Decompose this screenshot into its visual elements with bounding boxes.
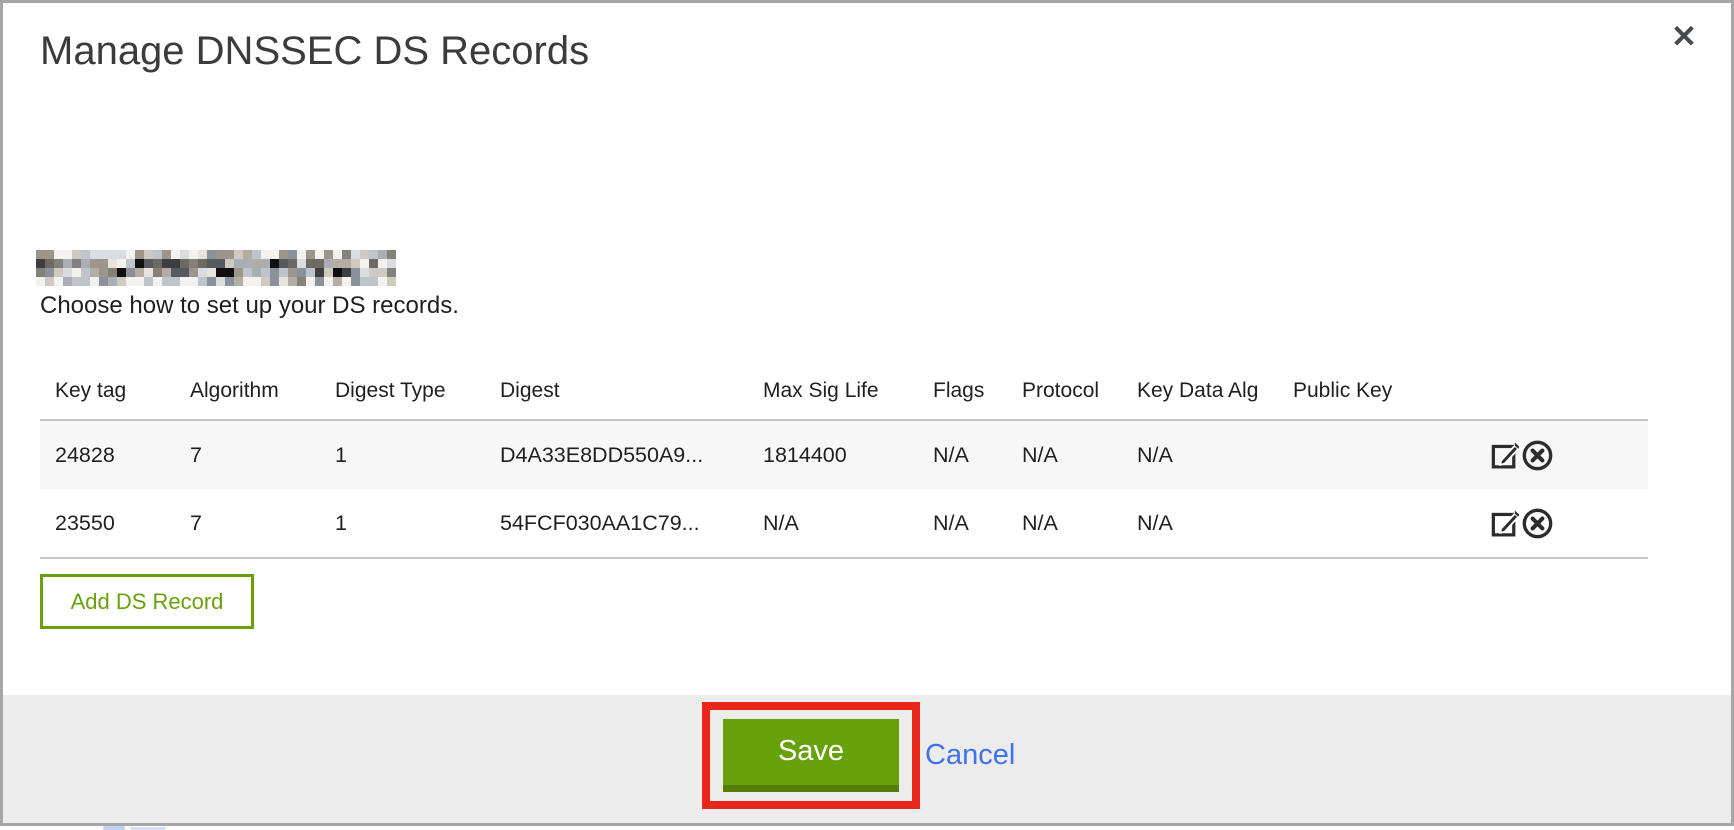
save-button[interactable]: Save — [723, 719, 899, 792]
cell-algorithm: 7 — [175, 420, 320, 489]
column-header-digest-type: Digest Type — [320, 362, 485, 420]
cell-max-sig-life: 1814400 — [748, 420, 918, 489]
cell-actions — [1475, 489, 1648, 558]
delete-record-icon[interactable] — [1522, 508, 1553, 539]
column-header-key-data-alg: Key Data Alg — [1122, 362, 1278, 420]
column-header-protocol: Protocol — [1007, 362, 1122, 420]
cancel-link[interactable]: Cancel — [925, 739, 1015, 772]
cell-protocol: N/A — [1007, 420, 1122, 489]
annotation-highlight-box: Save — [702, 702, 920, 809]
table-row: 23550 7 1 54FCF030AA1C79... N/A N/A N/A … — [40, 489, 1648, 558]
cell-digest: D4A33E8DD550A9... — [485, 420, 748, 489]
column-header-algorithm: Algorithm — [175, 362, 320, 420]
table-row: 24828 7 1 D4A33E8DD550A9... 1814400 N/A … — [40, 420, 1648, 489]
cell-max-sig-life: N/A — [748, 489, 918, 558]
cell-key-tag: 23550 — [40, 489, 175, 558]
cell-flags: N/A — [918, 489, 1007, 558]
edit-record-icon[interactable] — [1490, 440, 1521, 471]
dialog-footer: Save Cancel — [3, 695, 1731, 823]
column-header-max-sig-life: Max Sig Life — [748, 362, 918, 420]
ds-records-table: Key tag Algorithm Digest Type Digest Max… — [40, 362, 1648, 559]
cell-digest-type: 1 — [320, 420, 485, 489]
column-header-key-tag: Key tag — [40, 362, 175, 420]
close-icon[interactable]: ✕ — [1671, 21, 1697, 52]
cell-key-data-alg: N/A — [1122, 489, 1278, 558]
manage-dnssec-dialog: ✕ Manage DNSSEC DS Records Choose how to… — [0, 0, 1734, 826]
cell-digest-type: 1 — [320, 489, 485, 558]
cell-public-key — [1278, 420, 1475, 489]
background-artifact — [103, 826, 125, 830]
cell-algorithm: 7 — [175, 489, 320, 558]
cell-digest: 54FCF030AA1C79... — [485, 489, 748, 558]
cell-key-tag: 24828 — [40, 420, 175, 489]
column-header-actions — [1475, 362, 1648, 420]
cell-public-key — [1278, 489, 1475, 558]
cell-actions — [1475, 420, 1648, 489]
cell-protocol: N/A — [1007, 489, 1122, 558]
cell-flags: N/A — [918, 420, 1007, 489]
table-header-row: Key tag Algorithm Digest Type Digest Max… — [40, 362, 1648, 420]
column-header-flags: Flags — [918, 362, 1007, 420]
instruction-text: Choose how to set up your DS records. — [40, 292, 459, 320]
edit-record-icon[interactable] — [1490, 508, 1521, 539]
redacted-domain-name — [36, 250, 396, 286]
add-ds-record-button[interactable]: Add DS Record — [40, 574, 254, 629]
column-header-public-key: Public Key — [1278, 362, 1475, 420]
cell-key-data-alg: N/A — [1122, 420, 1278, 489]
delete-record-icon[interactable] — [1522, 440, 1553, 471]
dialog-title: Manage DNSSEC DS Records — [40, 29, 589, 74]
column-header-digest: Digest — [485, 362, 748, 420]
background-page-content — [0, 826, 1734, 830]
